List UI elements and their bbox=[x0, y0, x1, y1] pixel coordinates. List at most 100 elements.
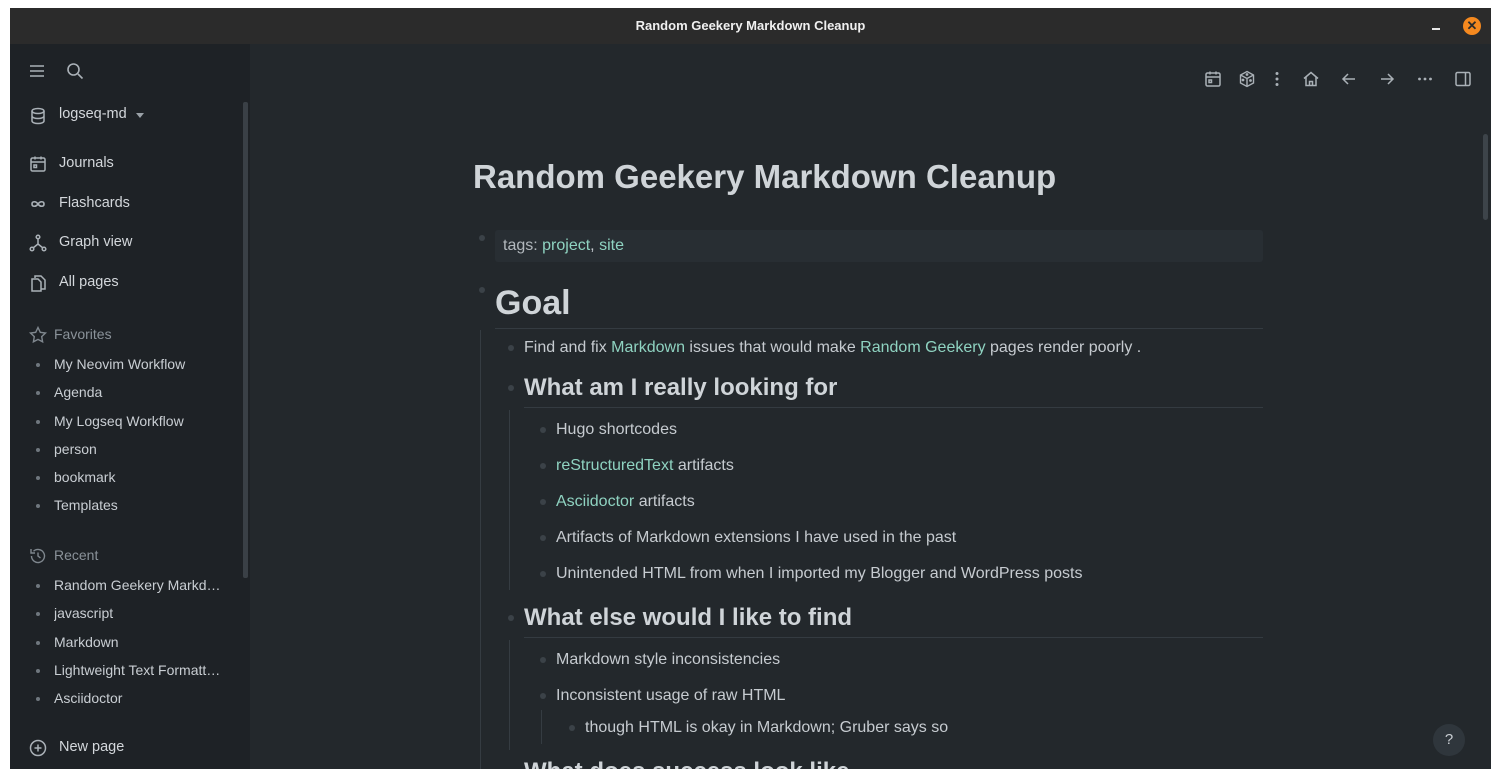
looking-heading[interactable]: What am I really looking for bbox=[524, 374, 837, 402]
block-bullet[interactable] bbox=[479, 235, 485, 241]
block-guide bbox=[509, 410, 510, 590]
infinity-icon bbox=[28, 194, 48, 214]
tag-link[interactable]: site bbox=[599, 237, 624, 254]
home-icon[interactable] bbox=[1300, 68, 1322, 90]
more-vertical-icon[interactable] bbox=[1266, 68, 1288, 90]
list-item-text[interactable]: Hugo shortcodes bbox=[556, 421, 677, 439]
nav-journals[interactable]: Journals bbox=[28, 150, 238, 178]
favorite-item-label: person bbox=[54, 441, 97, 457]
goal-heading[interactable]: Goal bbox=[495, 284, 571, 323]
recent-item-label: javascript bbox=[54, 605, 114, 621]
minimize-button[interactable] bbox=[1426, 16, 1446, 36]
page-properties[interactable]: tags: project, site bbox=[495, 230, 1263, 262]
main-scrollbar[interactable] bbox=[1483, 134, 1488, 220]
block-bullet[interactable] bbox=[540, 463, 546, 469]
block-guide bbox=[541, 710, 542, 744]
favorite-item-label: Templates bbox=[54, 497, 118, 513]
block-bullet[interactable] bbox=[508, 385, 514, 391]
goal-text[interactable]: Find and fix Markdown issues that would … bbox=[524, 339, 1141, 357]
favorite-item-label: My Neovim Workflow bbox=[54, 356, 186, 372]
text-segment: pages render poorly . bbox=[985, 339, 1142, 356]
favorite-item[interactable]: bookmark bbox=[36, 467, 236, 489]
block-guide bbox=[509, 640, 510, 750]
graph-name: logseq-md bbox=[59, 106, 127, 122]
favorite-item[interactable]: Agenda bbox=[36, 382, 236, 404]
list-item-text[interactable]: Inconsistent usage of raw HTML bbox=[556, 687, 785, 705]
block-guide bbox=[480, 330, 481, 769]
favorite-item[interactable]: Templates bbox=[36, 495, 236, 517]
block-bullet[interactable] bbox=[540, 693, 546, 699]
dice-icon[interactable] bbox=[1236, 68, 1258, 90]
pages-icon bbox=[28, 273, 48, 293]
success-heading[interactable]: What does success look like bbox=[524, 758, 849, 769]
window-title: Random Geekery Markdown Cleanup bbox=[635, 18, 866, 33]
list-item-text[interactable]: Asciidoctor artifacts bbox=[556, 493, 695, 511]
text-segment: artifacts bbox=[634, 493, 695, 510]
nav-graph-view[interactable]: Graph view bbox=[28, 229, 238, 257]
sidebar-scrollbar[interactable] bbox=[243, 102, 248, 578]
favorite-item-label: My Logseq Workflow bbox=[54, 413, 184, 429]
list-item-text[interactable]: Markdown style inconsistencies bbox=[556, 651, 780, 669]
close-button[interactable]: ✕ bbox=[1463, 17, 1481, 35]
search-icon[interactable] bbox=[61, 57, 89, 85]
list-item-text[interactable]: Unintended HTML from when I imported my … bbox=[556, 565, 1082, 583]
text-segment: Find and fix bbox=[524, 339, 612, 356]
recent-item[interactable]: Random Geekery Markdown Cleanup bbox=[36, 575, 236, 597]
recent-item[interactable]: Markdown bbox=[36, 632, 236, 654]
recent-item-label: Markdown bbox=[54, 634, 119, 650]
block-bullet[interactable] bbox=[508, 345, 514, 351]
recent-item[interactable]: Lightweight Text Formatting bbox=[36, 660, 236, 682]
help-button[interactable]: ? bbox=[1433, 724, 1465, 756]
heading-rule bbox=[524, 407, 1263, 408]
block-bullet[interactable] bbox=[540, 657, 546, 663]
arrow-right-icon[interactable] bbox=[1376, 68, 1398, 90]
block-bullet[interactable] bbox=[569, 725, 575, 731]
page-title[interactable]: Random Geekery Markdown Cleanup bbox=[473, 158, 1056, 196]
recent-item[interactable]: javascript bbox=[36, 603, 236, 625]
block-bullet[interactable] bbox=[508, 615, 514, 621]
nav-all-pages-label: All pages bbox=[59, 274, 119, 290]
text-segment: issues that would make bbox=[684, 339, 861, 356]
block-bullet[interactable] bbox=[540, 499, 546, 505]
recent-label: Recent bbox=[54, 547, 99, 563]
right-sidebar-toggle-icon[interactable] bbox=[1452, 68, 1474, 90]
nav-all-pages[interactable]: All pages bbox=[28, 269, 238, 297]
block-bullet[interactable] bbox=[479, 287, 485, 293]
calendar-icon bbox=[28, 154, 48, 174]
favorite-item[interactable]: My Neovim Workflow bbox=[36, 354, 236, 376]
heading-rule bbox=[495, 328, 1263, 329]
nav-flashcards[interactable]: Flashcards bbox=[28, 190, 238, 218]
menu-icon[interactable] bbox=[23, 57, 51, 85]
block-bullet[interactable] bbox=[540, 535, 546, 541]
more-horizontal-icon[interactable] bbox=[1414, 68, 1436, 90]
page-link-asciidoctor[interactable]: Asciidoctor bbox=[556, 493, 634, 510]
star-icon bbox=[28, 325, 48, 345]
graph-icon bbox=[28, 233, 48, 253]
favorite-item[interactable]: My Logseq Workflow bbox=[36, 411, 236, 433]
page-link-restructuredtext[interactable]: reStructuredText bbox=[556, 457, 673, 474]
title-bar: Random Geekery Markdown Cleanup ✕ bbox=[10, 8, 1491, 44]
block-bullet[interactable] bbox=[540, 427, 546, 433]
recent-item-label: Random Geekery Markdown Cleanup bbox=[54, 577, 222, 593]
tags-property: tags: project, site bbox=[503, 237, 624, 254]
database-icon bbox=[28, 106, 48, 126]
tag-link[interactable]: project bbox=[542, 237, 590, 254]
nav-journals-label: Journals bbox=[59, 155, 114, 171]
list-item-text[interactable]: though HTML is okay in Markdown; Gruber … bbox=[585, 719, 948, 737]
block-bullet[interactable] bbox=[540, 571, 546, 577]
favorites-label: Favorites bbox=[54, 326, 112, 342]
page-link-random-geekery[interactable]: Random Geekery bbox=[860, 339, 985, 356]
else-heading[interactable]: What else would I like to find bbox=[524, 604, 852, 632]
left-sidebar: logseq-md Journals Flashcards Graph view bbox=[10, 44, 250, 769]
list-item-text[interactable]: reStructuredText artifacts bbox=[556, 457, 734, 475]
arrow-left-icon[interactable] bbox=[1338, 68, 1360, 90]
recent-item-label: Asciidoctor bbox=[54, 690, 123, 706]
recent-item[interactable]: Asciidoctor bbox=[36, 688, 236, 710]
favorite-item[interactable]: person bbox=[36, 439, 236, 461]
list-item-text[interactable]: Artifacts of Markdown extensions I have … bbox=[556, 529, 956, 547]
calendar-icon[interactable] bbox=[1202, 68, 1224, 90]
page-link-markdown[interactable]: Markdown bbox=[611, 339, 685, 356]
new-page-button[interactable]: New page bbox=[28, 734, 228, 762]
nav-graph-view-label: Graph view bbox=[59, 234, 133, 250]
tags-key: tags: bbox=[503, 237, 538, 254]
